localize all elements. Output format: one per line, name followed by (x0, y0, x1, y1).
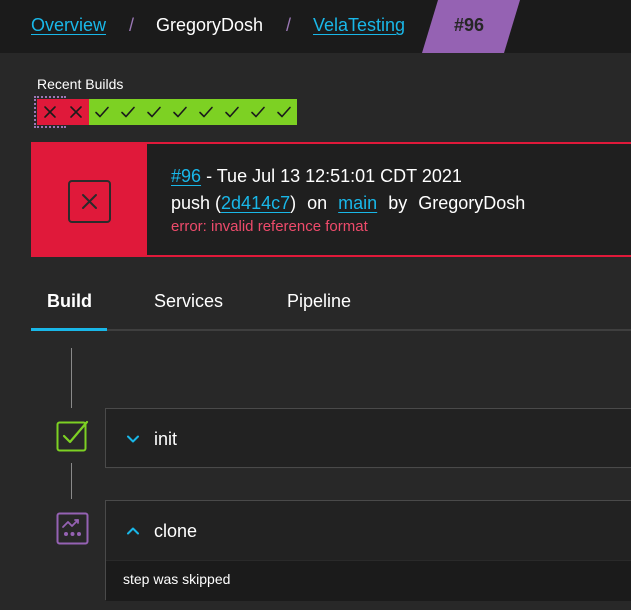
step-skipped-message: step was skipped (123, 571, 231, 587)
commit-link[interactable]: 2d414c7 (221, 193, 290, 213)
success-check-icon (56, 420, 89, 452)
step-clone-log: step was skipped (106, 561, 631, 601)
build-close-paren: ) (290, 193, 297, 213)
recent-builds-history (34, 96, 297, 128)
breadcrumb-separator: / (129, 15, 135, 35)
breadcrumb-repo-link[interactable]: VelaTesting (313, 14, 405, 36)
checkmark-icon (121, 106, 135, 118)
checkmark-icon (147, 106, 161, 118)
recent-build-success[interactable] (89, 99, 115, 125)
step-init: init (105, 408, 631, 469)
tab-build[interactable]: Build (47, 290, 92, 312)
tabs-divider (31, 329, 631, 331)
build-card: #96 - Tue Jul 13 12:51:01 CDT 2021 push … (31, 142, 631, 257)
build-date: - Tue Jul 13 12:51:01 CDT 2021 (206, 166, 462, 186)
recent-build-success[interactable] (219, 99, 245, 125)
recent-build-failure[interactable] (34, 96, 66, 128)
x-icon (44, 106, 56, 118)
chevron-down-icon (127, 435, 139, 443)
breadcrumb-org: GregoryDosh (156, 15, 264, 35)
build-on-text: on (307, 193, 328, 213)
step-rail (71, 463, 72, 499)
step-clone: clone step was skipped (105, 500, 631, 601)
breadcrumb-current-build: #96 (422, 0, 520, 53)
active-tab-indicator (31, 328, 107, 331)
step-name: init (154, 429, 178, 449)
checkmark-icon (173, 106, 187, 118)
skipped-step-icon (56, 512, 89, 545)
build-number-link[interactable]: #96 (171, 166, 201, 186)
x-icon (70, 106, 82, 118)
breadcrumb-overview-link[interactable]: Overview (31, 14, 106, 36)
build-event: push ( (171, 193, 222, 213)
checkmark-icon (251, 106, 265, 118)
recent-build-success[interactable] (141, 99, 167, 125)
recent-build-success[interactable] (193, 99, 219, 125)
recent-build-success[interactable] (167, 99, 193, 125)
checkmark-icon (225, 106, 239, 118)
breadcrumb: Overview / GregoryDosh / VelaTesting #96 (0, 0, 631, 53)
tab-pipeline[interactable]: Pipeline (287, 290, 351, 312)
chevron-up-icon (127, 527, 139, 535)
build-info: #96 - Tue Jul 13 12:51:01 CDT 2021 push … (171, 164, 525, 237)
checkmark-icon (277, 106, 291, 118)
breadcrumb-separator: / (286, 15, 292, 35)
step-init-header[interactable]: init (106, 409, 631, 469)
recent-build-success[interactable] (245, 99, 271, 125)
breadcrumb-current-label: #96 (454, 15, 485, 35)
build-author: GregoryDosh (418, 193, 526, 213)
recent-build-success[interactable] (271, 99, 297, 125)
recent-build-success[interactable] (115, 99, 141, 125)
step-name: clone (154, 521, 198, 541)
step-clone-header[interactable]: clone (106, 501, 631, 561)
build-title: #96 - Tue Jul 13 12:51:01 CDT 2021 (171, 164, 525, 188)
recent-builds-label: Recent Builds (37, 76, 124, 92)
build-commit-line: push (2d414c7) on main by GregoryDosh (171, 191, 525, 215)
checkmark-icon (95, 106, 109, 118)
recent-build-failure[interactable] (63, 99, 89, 125)
build-by-text: by (388, 193, 408, 213)
tab-services[interactable]: Services (154, 290, 223, 312)
build-tabs: Build Services Pipeline (0, 276, 631, 332)
build-status-block (33, 144, 147, 255)
checkmark-icon (199, 106, 213, 118)
branch-link[interactable]: main (338, 193, 377, 213)
failure-x-icon (68, 180, 111, 223)
step-rail (71, 348, 72, 408)
build-error-message: error: invalid reference format (171, 218, 368, 235)
